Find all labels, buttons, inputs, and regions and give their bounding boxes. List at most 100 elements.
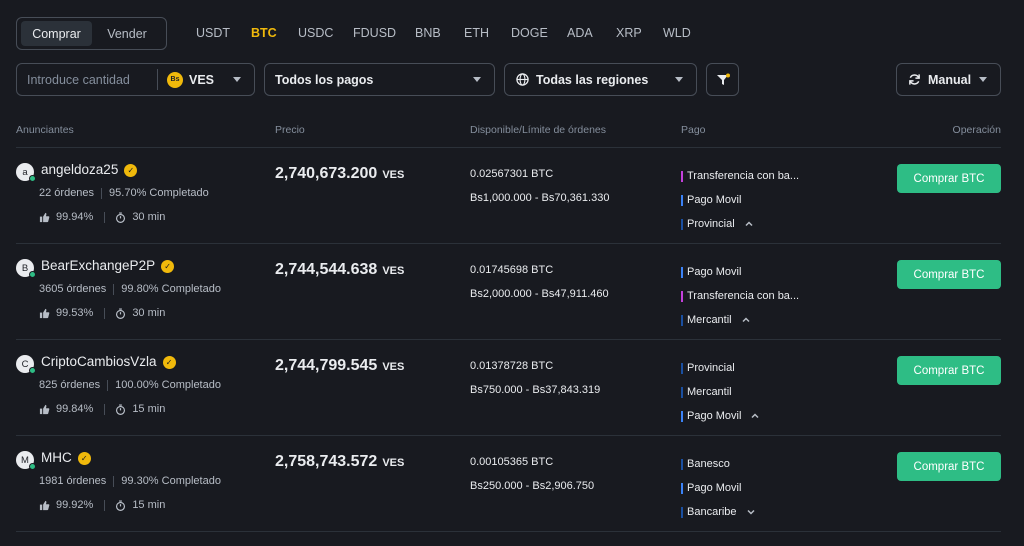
order-limit: Bs2,000.000 - Bs47,911.460	[470, 288, 609, 300]
buy-btc-button[interactable]: Comprar BTC	[897, 164, 1001, 193]
stat-divider	[104, 211, 106, 223]
verified-badge-icon: ✓	[77, 452, 91, 465]
advertiser-name[interactable]: MHC ✓	[41, 450, 91, 465]
positive-rating: 99.92%	[56, 499, 94, 511]
payment-method-label: Mercantil	[687, 386, 732, 398]
ad-row: a angeldoza25 ✓ 22 órdenes 95.70% Completado…	[0, 148, 1024, 244]
online-status-dot	[29, 463, 36, 470]
advertiser-name-text: MHC	[41, 450, 72, 465]
timer-icon	[116, 499, 126, 511]
amount-filter: Bs VES	[16, 63, 255, 96]
buy-btc-button[interactable]: Comprar BTC	[897, 452, 1001, 481]
fiat-label: VES	[189, 72, 215, 87]
asset-tab-btc[interactable]: BTC	[251, 26, 277, 40]
payment-method: Pago Movil	[681, 188, 799, 212]
available-amount: 0.00105365 BTC	[470, 456, 554, 468]
payment-method-label: Bancaribe	[687, 506, 737, 518]
payment-method: Transferencia con ba...	[681, 164, 799, 188]
asset-tab-wld[interactable]: WLD	[663, 26, 691, 40]
stat-divider	[101, 187, 103, 199]
chevron-down-icon	[473, 77, 481, 82]
payment-color-bar	[681, 218, 683, 230]
advertiser-name-text: BearExchangeP2P	[41, 258, 156, 273]
payment-method: Pago Movil	[681, 260, 799, 284]
sell-tab[interactable]: Vender	[92, 21, 162, 46]
buy-btc-button[interactable]: Comprar BTC	[897, 260, 1001, 289]
ad-row: C CriptoCambiosVzla ✓ 825 órdenes 100.00% Co…	[0, 340, 1024, 436]
timer-icon	[116, 307, 126, 319]
buy-tab[interactable]: Comprar	[21, 21, 92, 46]
asset-tab-ada[interactable]: ADA	[567, 26, 593, 40]
order-limit: Bs250.000 - Bs2,906.750	[470, 480, 595, 492]
completion-rate: 99.80% Completado	[121, 283, 221, 295]
asset-tab-usdt[interactable]: USDT	[196, 26, 230, 40]
timer-icon	[116, 211, 126, 223]
payment-method-label: Transferencia con ba...	[687, 170, 800, 182]
online-status-dot	[29, 367, 36, 374]
positive-rating: 99.84%	[56, 403, 94, 415]
buy-sell-toggle: Comprar Vender	[16, 17, 167, 50]
payment-color-bar	[681, 386, 683, 398]
advertiser-stats: 22 órdenes 95.70% Completado	[39, 187, 209, 199]
advertiser-name[interactable]: BearExchangeP2P ✓	[41, 258, 175, 273]
chevron-up-icon[interactable]	[750, 411, 760, 421]
ad-row: M MHC ✓ 1981 órdenes 99.30% Completado 99.92%…	[0, 436, 1024, 532]
refresh-mode-select[interactable]: Manual	[896, 63, 1001, 96]
chevron-down-icon[interactable]	[746, 507, 756, 517]
available-amount: 0.02567301 BTC	[470, 168, 554, 180]
price-unit: VES	[382, 265, 405, 277]
payment-color-bar	[681, 458, 683, 470]
payment-method-label: Transferencia con ba...	[687, 290, 800, 302]
price-value: 2,744,544.638	[275, 261, 378, 278]
release-time: 30 min	[132, 307, 166, 319]
asset-tab-doge[interactable]: DOGE	[511, 26, 548, 40]
release-time: 30 min	[132, 211, 166, 223]
payment-method-label: Provincial	[687, 218, 735, 230]
advertiser-meta: 99.94% 30 min	[39, 211, 165, 223]
asset-tab-usdc[interactable]: USDC	[298, 26, 333, 40]
order-count: 1981 órdenes	[39, 475, 107, 487]
order-count: 3605 órdenes	[39, 283, 107, 295]
payment-methods: Banesco Pago Movil Bancaribe	[681, 452, 756, 524]
advertiser-name-text: angeldoza25	[41, 162, 119, 177]
payment-color-bar	[681, 290, 683, 302]
advertiser-meta: 99.84% 15 min	[39, 403, 165, 415]
payment-method: Mercantil	[681, 308, 799, 332]
release-time: 15 min	[132, 403, 166, 415]
verified-badge-icon: ✓	[124, 164, 138, 177]
payment-color-bar	[681, 314, 683, 326]
payment-color-bar	[681, 410, 683, 422]
payment-color-bar	[681, 362, 683, 374]
stat-divider	[113, 283, 115, 295]
fiat-select[interactable]: Bs VES	[158, 71, 254, 88]
region-select[interactable]: Todas las regiones	[504, 63, 697, 96]
payment-method-label: Pago Movil	[687, 482, 742, 494]
available-amount: 0.01378728 BTC	[470, 360, 554, 372]
chevron-up-icon[interactable]	[741, 315, 751, 325]
chevron-up-icon[interactable]	[744, 219, 754, 229]
advertiser-name[interactable]: angeldoza25 ✓	[41, 162, 138, 177]
amount-input[interactable]	[17, 72, 157, 87]
payment-method-label: Banesco	[687, 458, 730, 470]
asset-tab-bnb[interactable]: BNB	[415, 26, 441, 40]
payment-method-select[interactable]: Todos los pagos	[264, 63, 495, 96]
payment-color-bar	[681, 482, 683, 494]
filter-button[interactable]	[706, 63, 739, 96]
payment-color-bar	[681, 170, 683, 182]
header-advertisers: Anunciantes	[16, 124, 74, 136]
asset-tab-eth[interactable]: ETH	[464, 26, 489, 40]
price-value: 2,740,673.200	[275, 165, 378, 182]
buy-btc-button[interactable]: Comprar BTC	[897, 356, 1001, 385]
advertiser-meta: 99.53% 30 min	[39, 307, 165, 319]
asset-tab-xrp[interactable]: XRP	[616, 26, 642, 40]
stat-divider	[107, 379, 109, 391]
timer-icon	[116, 403, 126, 415]
payment-methods: Transferencia con ba... Pago Movil Provinc…	[681, 164, 799, 236]
price-value: 2,744,799.545	[275, 357, 378, 374]
advertiser-name[interactable]: CriptoCambiosVzla ✓	[41, 354, 176, 369]
payment-method: Provincial	[681, 356, 760, 380]
asset-tab-fdusd[interactable]: FDUSD	[353, 26, 396, 40]
thumbs-up-icon	[39, 404, 50, 414]
payment-method: Pago Movil	[681, 476, 756, 500]
row-divider	[16, 531, 1001, 532]
